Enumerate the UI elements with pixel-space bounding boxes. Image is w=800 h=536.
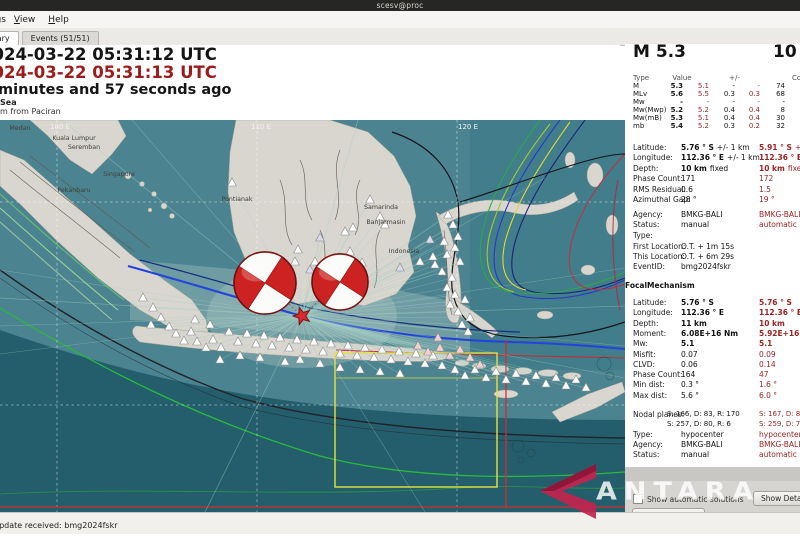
- fm-row: Max dist:5.6 °6.0 °: [625, 391, 800, 400]
- origin-row: Phase Count:171172: [625, 174, 800, 183]
- place-label: Kuala Lumpur: [52, 135, 96, 142]
- station-map[interactable]: 100 E 110 E 120 E Medan Kuala Lumpur Seremban…: [0, 120, 625, 512]
- nodal-planes-row: Nodal planes:S: 166, D: 83, R: 170S: 167…: [625, 410, 800, 419]
- fm-row: Depth:11 km10 km: [625, 319, 800, 328]
- fm-row: Latitude:5.76 ° S5.76 ° S: [625, 298, 800, 307]
- place-label: Pontianak: [222, 196, 253, 203]
- location-meta-row: This Location:O.T. + 6m 29s: [625, 252, 800, 261]
- fm-row: Longitude:112.36 ° E112.36 ° E: [625, 308, 800, 317]
- window-title: scesv@proc: [377, 1, 424, 10]
- depth-value: 10 km: [773, 44, 800, 62]
- origin-row: RMS Residual:0.61.5: [625, 185, 800, 194]
- origin-meta-row: Agency:BMKG-BALIBMKG-BALI1: [625, 210, 800, 219]
- menu-item-settings[interactable]: Settings: [0, 15, 6, 25]
- grid-longitude-label: 120 E: [458, 123, 478, 131]
- menu-item-help[interactable]: Help: [48, 15, 69, 25]
- elapsed-time: minutes and 57 seconds ago: [0, 82, 231, 98]
- place-label: Pekanbaru: [57, 187, 90, 194]
- status-bar: update received: bmg2024fskr: [0, 512, 800, 534]
- origin-row: Azimuthal Gap:28 °19 °: [625, 195, 800, 204]
- this-solution-row: [625, 467, 800, 481]
- place-label: Indonesia: [389, 248, 420, 255]
- fm-row: Misfit:0.070.09: [625, 350, 800, 359]
- tab-events[interactable]: Events (51/51): [22, 31, 99, 45]
- origin-row: Latitude:5.76 ° S+/- 1 km5.91 ° S+/-: [625, 143, 800, 152]
- magnitude-value: M 5.3: [633, 44, 686, 62]
- fm-meta-row: Agency:BMKG-BALIBMKG-BALI1: [625, 440, 800, 449]
- place-label: Singapore: [103, 171, 135, 178]
- place-label: Banjarmasin: [366, 219, 405, 226]
- nodal-planes-row: S: 257, D: 80, R: 6S: 259, D: 73, R:: [625, 420, 800, 429]
- origin-meta-row: Status:manualautomatic: [625, 220, 800, 229]
- region-name: Sea: [0, 98, 17, 107]
- fm-meta-row: Status:manualautomatic: [625, 450, 800, 459]
- menu-bar: Settings View Help: [0, 11, 800, 29]
- origin-row: Longitude:112.36 ° E+/- 1 km112.36 ° E+/…: [625, 153, 800, 162]
- place-label: Samarinda: [364, 204, 398, 211]
- fm-meta-row: Type:hypocenterhypocenter: [625, 430, 800, 439]
- menu-item-view[interactable]: View: [14, 15, 35, 25]
- window-titlebar[interactable]: scesv@proc: [0, 0, 800, 11]
- tab-summary[interactable]: Summary: [0, 31, 19, 45]
- place-label: Medan: [9, 125, 30, 132]
- origin-time: 2024-03-22 05:31:12 UTC: [0, 45, 217, 64]
- focal-mechanism-beachball: [234, 252, 296, 314]
- fm-row: Mw:5.15.1: [625, 339, 800, 348]
- automatic-solutions-label: Show automatic solutions: [647, 495, 744, 504]
- place-label: Seremban: [68, 144, 100, 151]
- focal-mechanism-heading: FocalMechanism: [625, 281, 800, 290]
- origin-row: Depth:10 kmfixed10 kmfixed: [625, 164, 800, 173]
- panel-bottom-bar: Show automatic solutions Show Details Se…: [625, 481, 800, 512]
- automatic-solutions-option[interactable]: Show automatic solutions: [633, 494, 744, 504]
- location-meta-row: EventID:bmg2024fskr: [625, 262, 800, 271]
- origin-meta-row: Type:: [625, 231, 800, 240]
- event-parameters-panel: M 5.3 10 km TypeValue+/-CountM5.35.1--74…: [625, 44, 800, 512]
- fm-row: CLVD:0.060.14: [625, 360, 800, 369]
- status-text: update received: bmg2024fskr: [0, 521, 118, 530]
- show-details-button[interactable]: Show Details: [753, 491, 800, 506]
- fm-row: Min dist:0.3 °1.6 °: [625, 380, 800, 389]
- event-header: 2024-03-22 05:31:12 UTC 2024-03-22 05:31…: [0, 45, 620, 120]
- location-meta-row: First Location:O.T. + 1m 15s: [625, 242, 800, 251]
- automatic-solutions-checkbox[interactable]: [633, 494, 643, 504]
- origin-time-automatic: 2024-03-22 05:31:13 UTC: [0, 63, 217, 82]
- focal-mechanism-beachball: [312, 254, 368, 310]
- grid-longitude-label: 100 E: [50, 123, 70, 131]
- magnitude-table-row: mb5.45.20.30.232: [625, 122, 800, 131]
- grid-longitude-label: 110 E: [251, 123, 271, 131]
- fm-row: Phase Count:16447: [625, 370, 800, 379]
- fm-row: Moment:6.08E+16 Nm5.92E+16 Nm: [625, 329, 800, 338]
- distance-from-city: m from Paciran: [0, 107, 61, 116]
